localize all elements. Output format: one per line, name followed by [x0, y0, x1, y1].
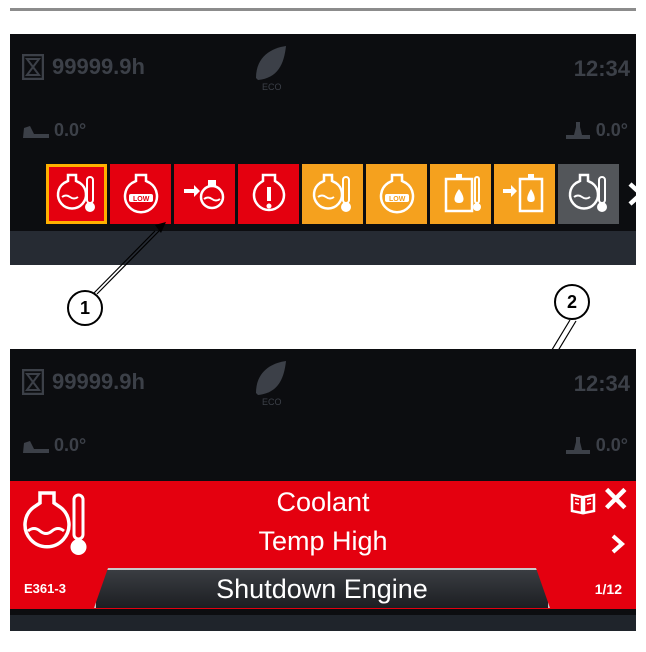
status-bar	[10, 615, 636, 631]
tilt-left-readout: 0.0°	[22, 435, 86, 456]
clock: 12:34	[573, 371, 630, 396]
tilt-right-readout: 0.0°	[564, 435, 628, 456]
manual-button[interactable]	[570, 493, 596, 520]
callout-1: 1	[67, 290, 103, 326]
close-icon: ✕	[601, 481, 631, 519]
book-icon	[570, 493, 596, 515]
event-code: E361-3	[24, 581, 66, 596]
alert-title-line1: Coolant	[276, 487, 370, 517]
callout-2: 2	[554, 284, 590, 320]
hour-meter: 99999.9h	[22, 369, 145, 395]
close-button[interactable]: ✕	[602, 483, 631, 517]
leaf-icon: ECO	[256, 361, 286, 407]
machine-roll-icon	[565, 436, 590, 454]
hourglass-icon	[22, 369, 44, 395]
display-screen-alert: 99999.9h ECO 12:34 0.0° 0.0° Coolant Tem…	[10, 349, 636, 631]
alert-count: 1/12	[594, 581, 622, 597]
chevron-right-icon	[611, 534, 626, 554]
alert-title-line2: Temp High	[258, 526, 388, 556]
machine-tilt-icon	[23, 440, 49, 453]
tilt-right-value: 0.0°	[595, 435, 628, 455]
eco-label: ECO	[262, 397, 282, 407]
shutdown-engine-banner: Shutdown Engine	[94, 568, 550, 608]
hour-value: 99999.9h	[52, 369, 145, 394]
alert-popup: Coolant Temp High ✕ Shutdown Engine E361…	[10, 481, 636, 609]
eco-indicator: ECO	[250, 357, 290, 407]
tilt-left-value: 0.0°	[54, 435, 87, 455]
next-alert-button[interactable]	[610, 533, 626, 560]
